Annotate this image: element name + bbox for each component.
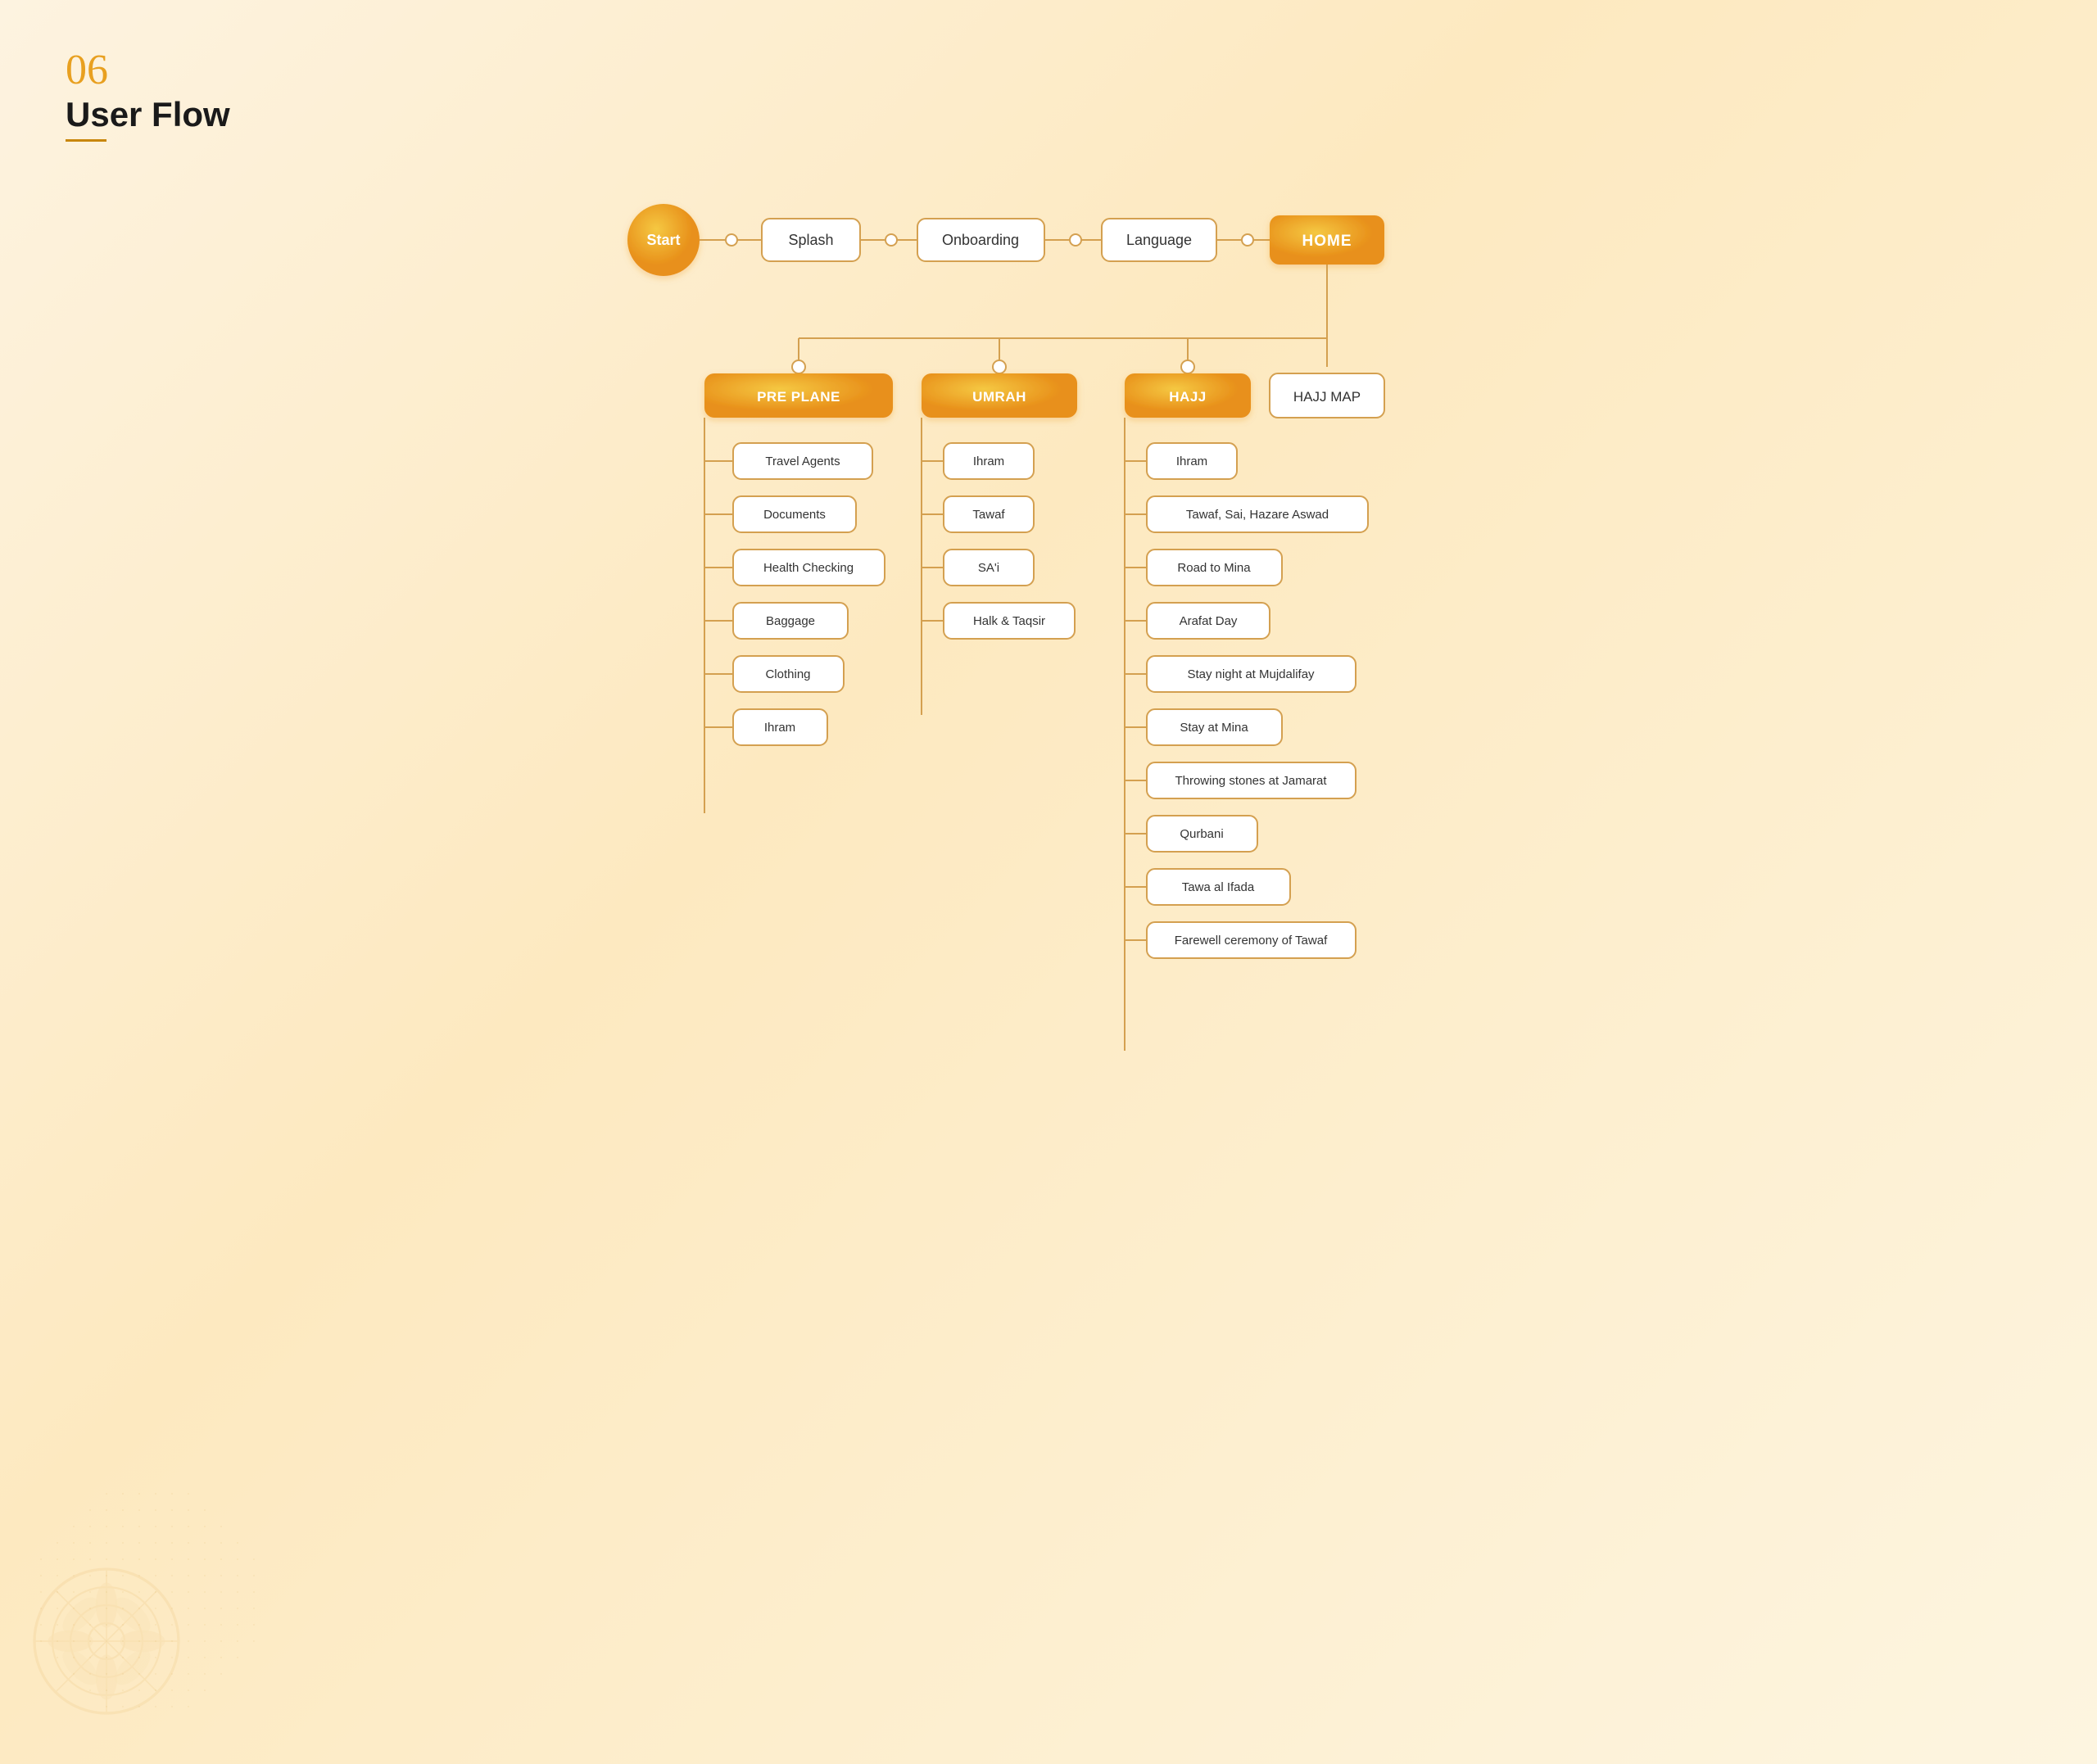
clothing-label: Clothing (765, 667, 810, 681)
svg-text:Start: Start (646, 232, 680, 248)
umrah-ihram-label: Ihram (973, 455, 1004, 468)
hajj-tawaf-sai-label: Tawaf, Sai, Hazare Aswad (1186, 508, 1329, 522)
hajj-jamarat-label: Throwing stones at Jamarat (1175, 774, 1327, 788)
baggage-label: Baggage (766, 614, 815, 628)
hajj-stay-mina-label: Stay at Mina (1180, 721, 1248, 735)
language-label: Language (1126, 232, 1192, 248)
page-title: User Flow (66, 95, 2031, 134)
splash-label: Splash (788, 232, 833, 248)
home-label: HOME (1302, 233, 1352, 250)
hajj-qurbani-label: Qurbani (1180, 827, 1223, 841)
flow-diagram: Start Splash Onboarding Language HOME (598, 191, 1499, 1079)
umrah-sai-label: SA'i (978, 561, 999, 575)
health-checking-label: Health Checking (763, 561, 854, 575)
hajj-map-label: HAJJ MAP (1293, 389, 1361, 405)
hajj-ihram-label: Ihram (1176, 455, 1207, 468)
hajj-farewell-label: Farewell ceremony of Tawaf (1175, 934, 1328, 948)
umrah-tawaf-label: Tawaf (972, 508, 1005, 522)
hajj-label: HAJJ (1169, 389, 1206, 405)
hajj-arafat-label: Arafat Day (1180, 614, 1238, 628)
documents-label: Documents (763, 508, 826, 522)
umrah-halk-label: Halk & Taqsir (973, 614, 1045, 628)
title-underline (66, 139, 106, 142)
pre-plane-ihram-label: Ihram (764, 721, 795, 735)
hajj-road-mina-label: Road to Mina (1177, 561, 1251, 575)
travel-agents-label: Travel Agents (765, 455, 840, 468)
hajj-mujdalifay-label: Stay night at Mujdalifay (1187, 667, 1315, 681)
hajj-tawa-ifada-label: Tawa al Ifada (1182, 880, 1255, 894)
pre-plane-label: PRE PLANE (757, 389, 840, 405)
onboarding-label: Onboarding (942, 232, 1019, 248)
decorative-motif (16, 1551, 197, 1731)
page-number: 06 (66, 49, 2031, 92)
umrah-label: UMRAH (972, 389, 1026, 405)
